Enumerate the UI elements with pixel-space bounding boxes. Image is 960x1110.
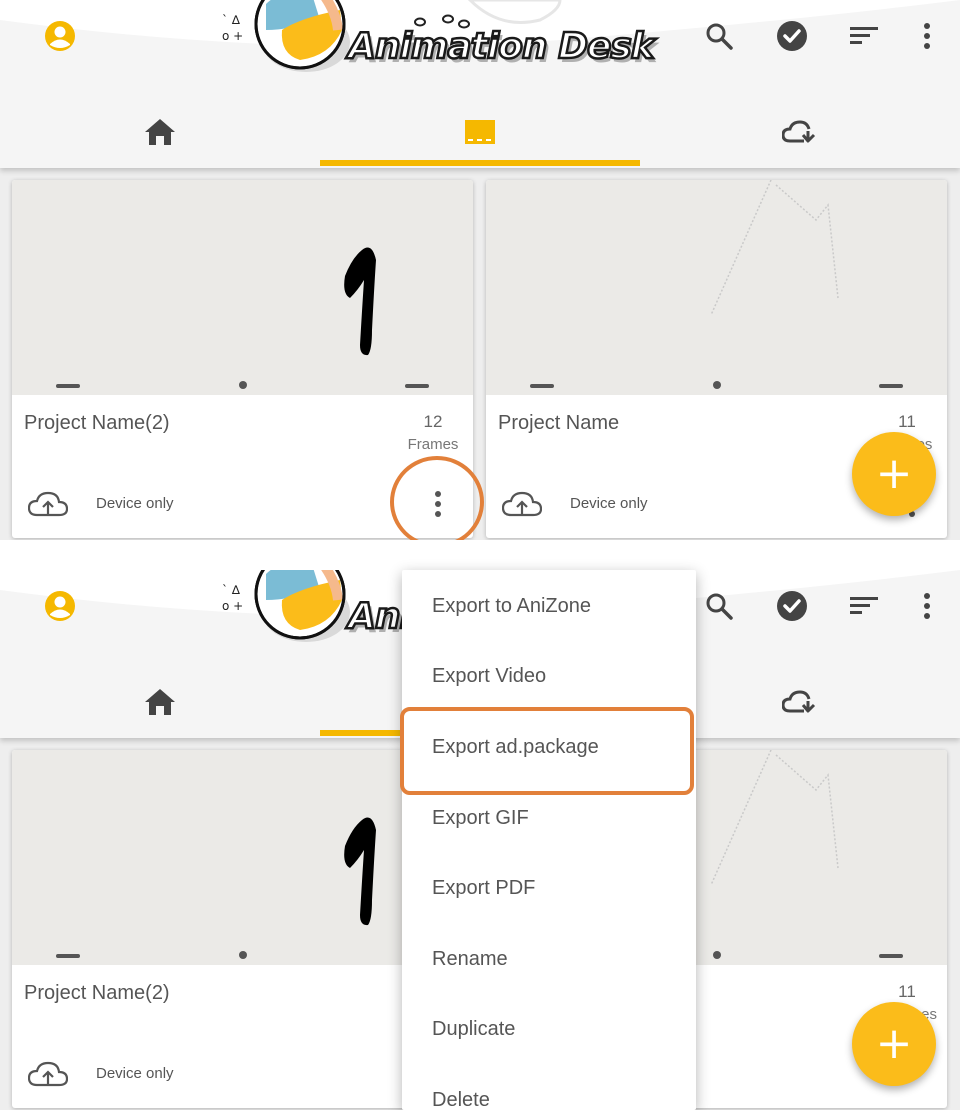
project-thumbnail[interactable]	[486, 180, 947, 395]
cloud-upload-icon	[28, 1061, 68, 1087]
tap-highlight-circle	[390, 456, 484, 548]
menu-item-highlight	[400, 707, 694, 795]
project-name: Project Name	[498, 412, 620, 434]
screen-top: ` ∆ o + Animation Desk Project Name(2) 1…	[0, 0, 960, 540]
project-name: Project Name(2)	[24, 412, 170, 434]
frame-count: 11	[898, 982, 916, 1001]
app-bar: ` ∆ o + Animation Desk	[0, 0, 960, 168]
sort-icon	[850, 27, 878, 44]
sort-icon	[850, 597, 878, 614]
search-button[interactable]	[695, 582, 743, 630]
more-vert-icon	[924, 593, 930, 619]
menu-item-delete[interactable]: Delete	[402, 1065, 696, 1110]
cloud-upload-icon	[28, 491, 68, 517]
tab-home[interactable]	[0, 666, 320, 738]
tab-projects[interactable]	[320, 96, 640, 168]
account-icon	[45, 21, 75, 51]
menu-item-export-video[interactable]: Export Video	[402, 641, 696, 711]
screen-divider	[0, 540, 960, 570]
cloud-download-icon	[782, 690, 816, 713]
thumbnail-drawing	[56, 247, 429, 389]
app-logo: ` ∆ o + Animation Desk	[220, 0, 656, 76]
frame-count: 12	[423, 412, 443, 431]
select-button[interactable]	[768, 12, 816, 60]
overflow-menu-button[interactable]	[903, 12, 951, 60]
check-circle-icon	[777, 21, 807, 51]
home-icon	[145, 689, 175, 715]
account-button[interactable]	[36, 582, 84, 630]
tab-bar	[0, 96, 960, 168]
tab-home[interactable]	[0, 96, 320, 168]
tab-cloud[interactable]	[640, 96, 960, 168]
svg-text:o +: o +	[222, 599, 243, 613]
search-icon	[706, 593, 733, 620]
svg-text:` ∆: ` ∆	[222, 583, 241, 597]
menu-item-export-pdf[interactable]: Export PDF	[402, 853, 696, 923]
thumbnail-drawing	[530, 180, 903, 389]
film-strip-icon	[465, 120, 495, 144]
menu-item-duplicate[interactable]: Duplicate	[402, 994, 696, 1064]
account-button[interactable]	[36, 12, 84, 60]
add-project-fab[interactable]: +	[852, 1002, 936, 1086]
project-thumbnail[interactable]	[12, 180, 473, 395]
storage-status: Device only	[570, 495, 648, 512]
home-icon	[145, 119, 175, 145]
search-icon	[706, 23, 733, 50]
check-circle-icon	[777, 591, 807, 621]
overflow-menu-button[interactable]	[903, 582, 951, 630]
menu-item-rename[interactable]: Rename	[402, 924, 696, 994]
plus-icon: +	[875, 448, 913, 499]
project-name: Project Name(2)	[24, 982, 170, 1004]
frame-count: 11	[898, 412, 916, 431]
storage-status: Device only	[96, 495, 174, 512]
more-vert-icon	[924, 23, 930, 49]
logo-text: Animation Desk	[347, 25, 656, 69]
svg-text:` ∆: ` ∆	[222, 13, 241, 27]
menu-item-export-anizone[interactable]: Export to AniZone	[402, 571, 696, 641]
cloud-upload-icon	[502, 491, 542, 517]
svg-text:o +: o +	[222, 29, 243, 43]
sort-button[interactable]	[840, 12, 888, 60]
sort-button[interactable]	[840, 582, 888, 630]
tab-selected-indicator	[320, 160, 640, 166]
frames-label: Frames	[407, 436, 459, 453]
account-icon	[45, 591, 75, 621]
add-project-fab[interactable]: +	[852, 432, 936, 516]
cloud-download-icon	[782, 120, 816, 143]
search-button[interactable]	[695, 12, 743, 60]
plus-icon: +	[875, 1018, 913, 1069]
select-button[interactable]	[768, 582, 816, 630]
project-context-menu: Export to AniZone Export Video Export ad…	[402, 570, 696, 1110]
storage-status: Device only	[96, 1065, 174, 1082]
